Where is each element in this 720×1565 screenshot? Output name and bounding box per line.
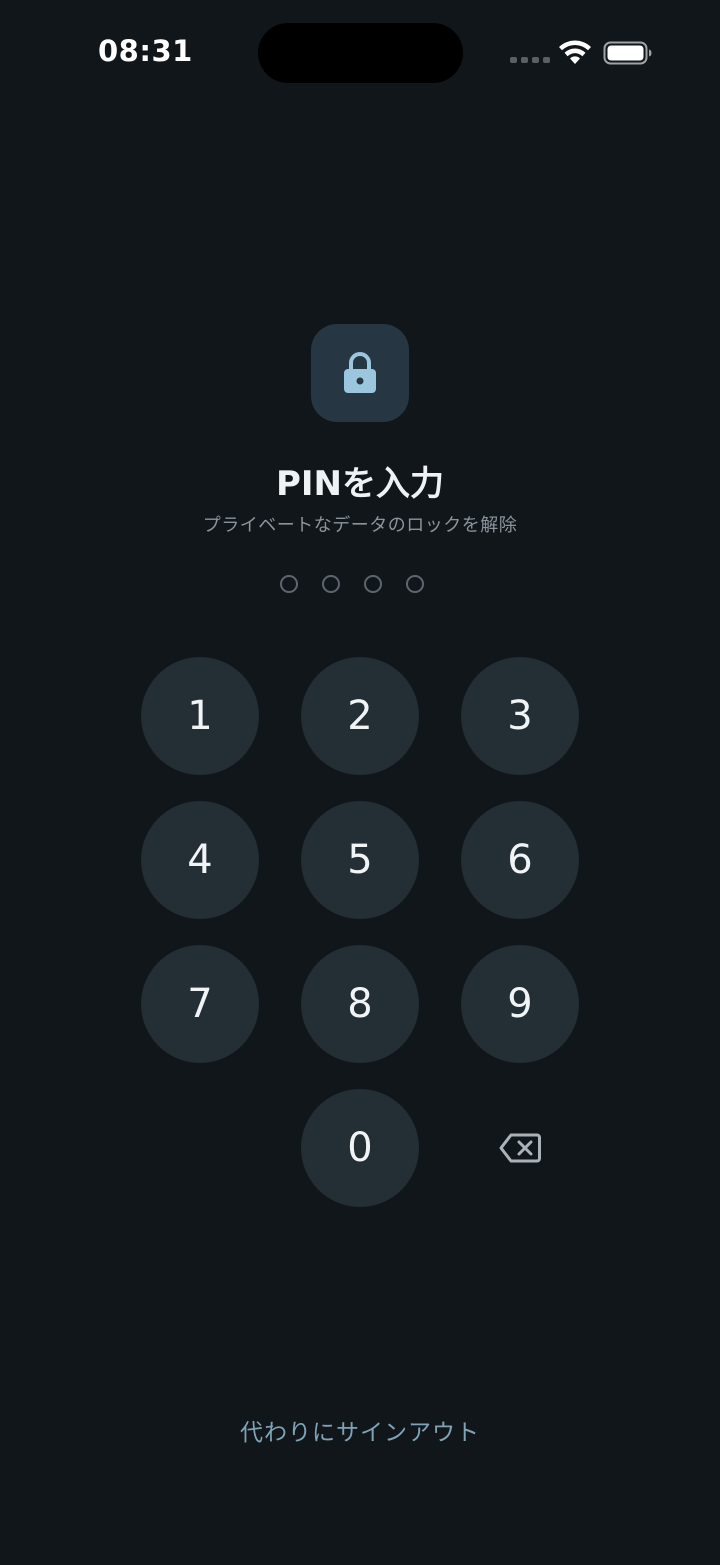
page-title: PINを入力 (275, 464, 445, 504)
key-5[interactable]: 5 (301, 801, 419, 919)
key-1[interactable]: 1 (141, 657, 259, 775)
pin-indicator (280, 575, 424, 593)
pin-dot (406, 575, 424, 593)
lock-icon (344, 352, 376, 393)
pin-dot (280, 575, 298, 593)
key-3[interactable]: 3 (461, 657, 579, 775)
pin-lock-screen: 08:31 PINを入力 プライベートなデータのロックを解除 1 2 3 4 5 (0, 0, 720, 1565)
backspace-icon (499, 1133, 541, 1163)
status-time: 08:31 (98, 34, 193, 68)
page-subtitle: プライベートなデータのロックを解除 (202, 515, 518, 536)
lock-icon-tile (311, 324, 409, 422)
key-4[interactable]: 4 (141, 801, 259, 919)
pin-dot (322, 575, 340, 593)
signout-link[interactable]: 代わりにサインアウト (0, 1413, 720, 1447)
cellular-signal-icon (510, 57, 550, 63)
key-6[interactable]: 6 (461, 801, 579, 919)
key-2[interactable]: 2 (301, 657, 419, 775)
key-9[interactable]: 9 (461, 945, 579, 1063)
key-7[interactable]: 7 (141, 945, 259, 1063)
battery-icon (603, 41, 652, 65)
key-8[interactable]: 8 (301, 945, 419, 1063)
key-0[interactable]: 0 (301, 1089, 419, 1207)
wifi-icon (559, 40, 591, 64)
dynamic-island (258, 23, 463, 83)
pin-dot (364, 575, 382, 593)
backspace-button[interactable] (461, 1089, 579, 1207)
